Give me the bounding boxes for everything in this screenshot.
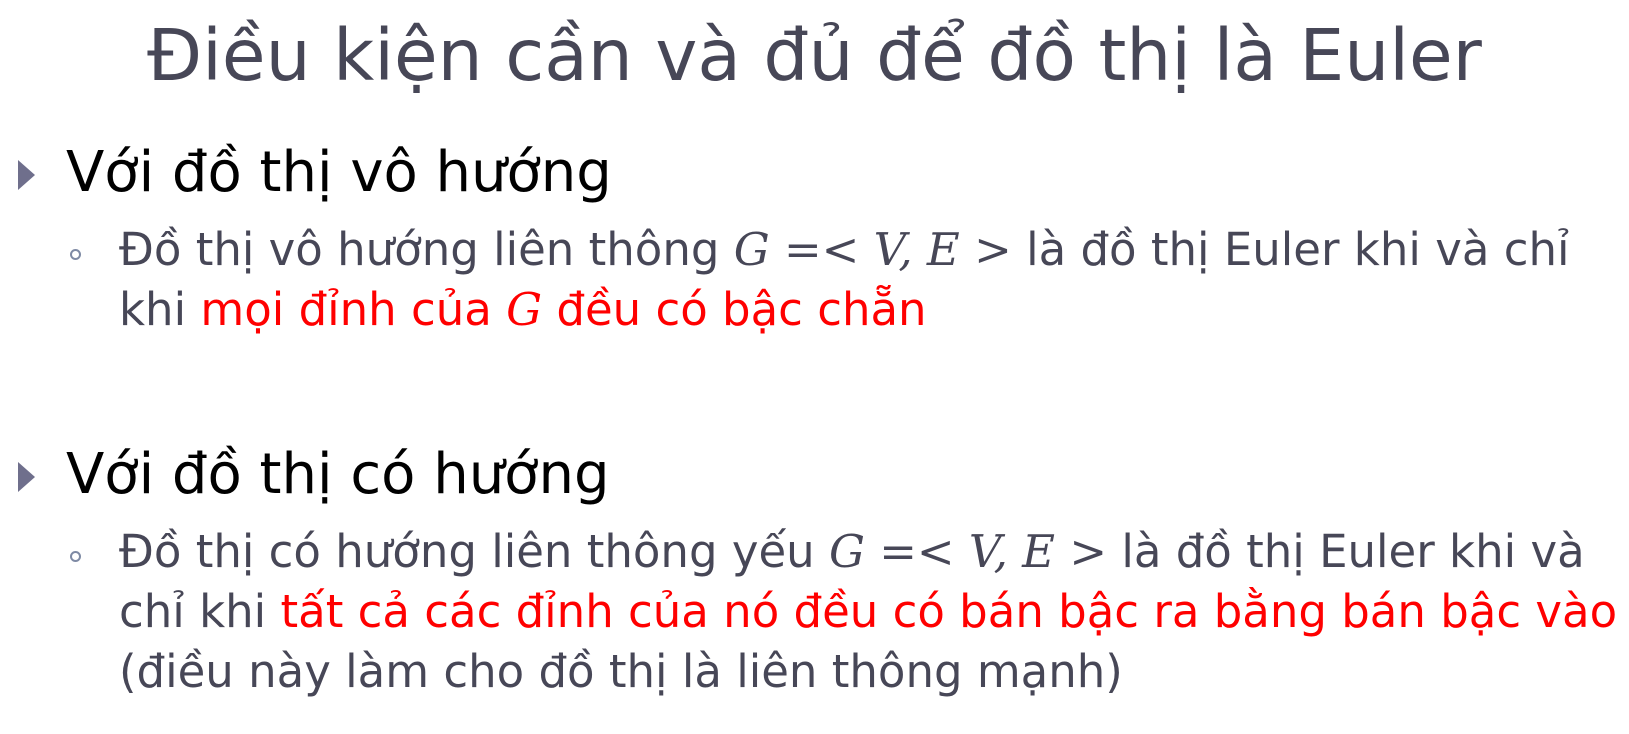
item-text: (điều này làm cho đồ thị là liên thông m… [119, 645, 1123, 698]
highlight-math: G [506, 283, 543, 336]
slide-title: Điều kiện cần và đủ để đồ thị là Euler [147, 14, 1482, 97]
highlight-text: đều có bậc chẵn [542, 283, 927, 336]
section-heading-directed: Với đồ thị có hướng [66, 442, 610, 507]
highlight-text: mọi đỉnh của [200, 283, 507, 336]
math-expression: G =< V, E > [733, 223, 1012, 276]
circle-bullet-icon [70, 249, 81, 260]
highlight-text: tất cả các đỉnh của nó đều có bán bậc ra… [280, 585, 1618, 638]
section-item-undirected: Đồ thị vô hướng liên thông G =< V, E > l… [119, 220, 1619, 340]
triangle-bullet-icon [18, 160, 35, 190]
item-text: Đồ thị có hướng liên thông yếu [119, 525, 829, 578]
item-text: Đồ thị vô hướng liên thông [119, 223, 734, 276]
section-item-directed: Đồ thị có hướng liên thông yếu G =< V, E… [119, 522, 1619, 702]
math-expression: G =< V, E > [828, 525, 1108, 578]
triangle-bullet-icon [18, 462, 35, 492]
circle-bullet-icon [70, 551, 81, 562]
section-heading-undirected: Với đồ thị vô hướng [66, 140, 612, 205]
